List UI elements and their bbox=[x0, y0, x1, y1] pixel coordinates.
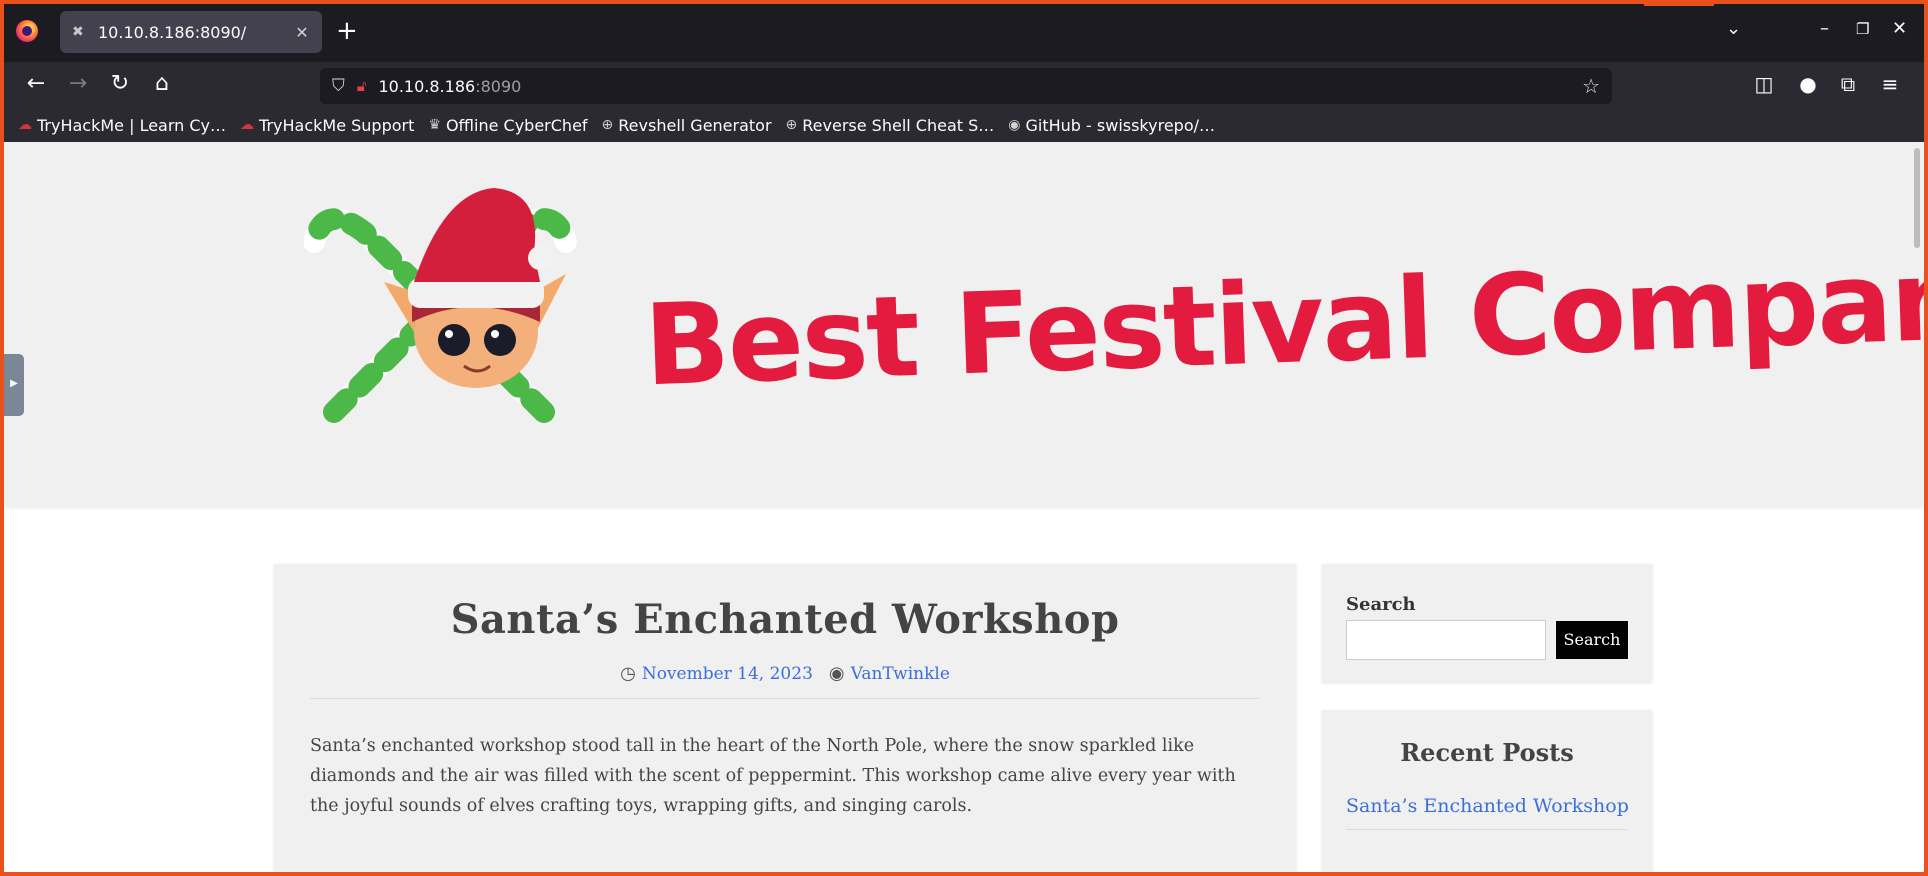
extensions-puzzle-icon[interactable]: ⧉ bbox=[1834, 72, 1862, 96]
bookmark-item[interactable]: ⊕ Revshell Generator bbox=[602, 116, 772, 135]
minimize-icon[interactable]: – bbox=[1820, 18, 1829, 39]
chef-hat-icon: ♛ bbox=[428, 117, 441, 133]
url-host: 10.10.8.186 bbox=[378, 76, 476, 96]
pocket-icon[interactable]: ◫ bbox=[1750, 72, 1778, 96]
tryhackme-cloud-icon: ☁ bbox=[18, 117, 32, 133]
bookmark-item[interactable]: ◉ GitHub - swisskyrepo/… bbox=[1008, 116, 1215, 135]
github-icon: ◉ bbox=[1008, 117, 1021, 133]
address-bar[interactable]: ⛉ 🔓︎ 10.10.8.186:8090 ☆ bbox=[320, 68, 1612, 104]
search-button[interactable]: Search bbox=[1556, 621, 1628, 659]
bookmark-item[interactable]: ☁ TryHackMe Support bbox=[240, 116, 414, 135]
tab-strip: ✖ 10.10.8.186:8090/ ✕ + ⌄ – ❐ ✕ bbox=[4, 4, 1924, 62]
bookmark-label: Revshell Generator bbox=[618, 115, 772, 135]
search-label: Search bbox=[1346, 594, 1416, 615]
extension-badge-icon[interactable]: ● bbox=[1794, 72, 1822, 96]
tracking-shield-icon[interactable]: ⛉ bbox=[332, 76, 345, 96]
search-input[interactable] bbox=[1346, 620, 1546, 660]
bookmark-item[interactable]: ☁ TryHackMe | Learn Cy… bbox=[18, 116, 226, 135]
clock-icon: ◷ bbox=[620, 663, 636, 684]
recent-post-link[interactable]: Santa’s Enchanted Workshop bbox=[1346, 795, 1652, 817]
user-circle-icon: ◉ bbox=[828, 663, 845, 684]
bookmark-label: GitHub - swisskyrepo/… bbox=[1025, 115, 1216, 135]
insecure-lock-icon[interactable]: 🔓︎ bbox=[357, 77, 367, 95]
elf-candy-cane-logo[interactable] bbox=[304, 182, 614, 462]
tryhackme-cloud-icon: ☁ bbox=[240, 117, 255, 133]
bookmark-star-icon[interactable]: ☆ bbox=[1582, 74, 1600, 98]
new-tab-button[interactable]: + bbox=[336, 18, 358, 44]
divider bbox=[310, 698, 1260, 699]
bookmark-label: Offline CyberChef bbox=[445, 115, 588, 135]
search-widget: Search Search bbox=[1322, 564, 1652, 682]
reload-icon[interactable]: ↻ bbox=[106, 72, 134, 96]
hamburger-menu-icon[interactable]: ≡ bbox=[1876, 72, 1904, 96]
brand-title[interactable]: Best Festival Company bbox=[642, 233, 1924, 412]
bookmark-item[interactable]: ♛ Offline CyberChef bbox=[428, 116, 587, 135]
post-card: Santa’s Enchanted Workshop ◷ November 14… bbox=[274, 564, 1296, 872]
accent-line bbox=[1644, 4, 1714, 6]
tab-title: 10.10.8.186:8090/ bbox=[98, 22, 247, 42]
post-title[interactable]: Santa’s Enchanted Workshop bbox=[274, 596, 1296, 643]
recent-posts-heading: Recent Posts bbox=[1400, 738, 1574, 767]
post-meta: ◷ November 14, 2023 ◉ VanTwinkle bbox=[274, 663, 1296, 684]
firefox-logo-icon[interactable] bbox=[16, 20, 38, 42]
bookmark-label: TryHackMe Support bbox=[259, 115, 415, 135]
site-header-banner: Best Festival Company ▶ bbox=[4, 142, 1924, 506]
bookmarks-toolbar: ☁ TryHackMe | Learn Cy… ☁ TryHackMe Supp… bbox=[4, 108, 1924, 142]
recent-posts-widget: Recent Posts Santa’s Enchanted Workshop bbox=[1322, 710, 1652, 872]
sidebar-toggle-handle[interactable]: ▶ bbox=[4, 354, 24, 416]
page-scrollbar[interactable] bbox=[1914, 148, 1920, 248]
restore-icon[interactable]: ❐ bbox=[1856, 20, 1869, 38]
bookmark-label: TryHackMe | Learn Cy… bbox=[37, 115, 227, 135]
back-arrow-icon[interactable]: ← bbox=[22, 72, 50, 96]
globe-icon: ⊕ bbox=[601, 117, 614, 133]
list-all-tabs-icon[interactable]: ⌄ bbox=[1726, 18, 1741, 39]
forward-arrow-icon[interactable]: → bbox=[64, 72, 92, 96]
tab-active[interactable]: ✖ 10.10.8.186:8090/ ✕ bbox=[60, 11, 322, 53]
bookmark-item[interactable]: ⊕ Reverse Shell Cheat S… bbox=[786, 116, 995, 135]
url-port: :8090 bbox=[475, 76, 522, 96]
web-page: Best Festival Company ▶ Santa’s Enchante… bbox=[4, 142, 1924, 872]
post-date-link[interactable]: November 14, 2023 bbox=[642, 664, 813, 684]
site-favicon-icon: ✖ bbox=[72, 24, 84, 40]
divider bbox=[1346, 829, 1628, 830]
bookmark-label: Reverse Shell Cheat S… bbox=[802, 115, 995, 135]
home-icon[interactable]: ⌂ bbox=[148, 72, 176, 96]
navigation-bar: ← → ↻ ⌂ ⛉ 🔓︎ 10.10.8.186:8090 ☆ ◫ ● ⧉ ≡ bbox=[4, 62, 1924, 108]
post-body: Santa’s enchanted workshop stood tall in… bbox=[310, 736, 1236, 816]
close-window-icon[interactable]: ✕ bbox=[1892, 18, 1907, 39]
tab-close-icon[interactable]: ✕ bbox=[292, 23, 312, 42]
browser-window: ✖ 10.10.8.186:8090/ ✕ + ⌄ – ❐ ✕ ← → ↻ ⌂ … bbox=[4, 4, 1924, 872]
globe-icon: ⊕ bbox=[785, 117, 798, 133]
post-author-link[interactable]: VanTwinkle bbox=[851, 664, 950, 684]
